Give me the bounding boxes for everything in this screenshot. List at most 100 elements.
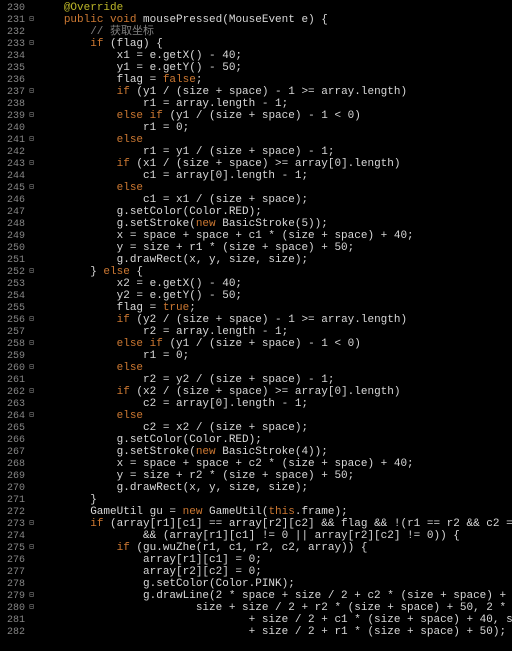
code-line[interactable]: r1 = array.length - 1;: [44, 98, 512, 110]
line-number: 257: [7, 327, 25, 338]
code-line[interactable]: y = size + r1 * (size + space) + 50;: [44, 242, 512, 254]
code-line[interactable]: c2 = x2 / (size + space);: [44, 422, 512, 434]
gutter-line: 256⊟: [0, 314, 38, 326]
code-line[interactable]: else: [44, 182, 512, 194]
code-line[interactable]: c1 = array[0].length - 1;: [44, 170, 512, 182]
code-line[interactable]: r2 = array.length - 1;: [44, 326, 512, 338]
gutter-line: 236⊟: [0, 74, 38, 86]
code-line[interactable]: g.setStroke(new BasicStroke(4));: [44, 446, 512, 458]
code-editor[interactable]: @Override public void mousePressed(Mouse…: [38, 0, 512, 651]
code-line[interactable]: c2 = array[0].length - 1;: [44, 398, 512, 410]
code-line[interactable]: r1 = 0;: [44, 122, 512, 134]
code-line[interactable]: + size / 2 + c1 * (size + space) + 40, s…: [44, 614, 512, 626]
code-line[interactable]: array[r1][c1] = 0;: [44, 554, 512, 566]
fold-marker-icon[interactable]: ⊟: [27, 16, 36, 25]
fold-marker-icon[interactable]: ⊟: [27, 268, 36, 277]
gutter-line: 250⊟: [0, 242, 38, 254]
code-line[interactable]: else: [44, 134, 512, 146]
fold-marker-icon[interactable]: ⊟: [27, 136, 36, 145]
line-number: 251: [7, 255, 25, 266]
gutter-line: 230⊟: [0, 2, 38, 14]
code-line[interactable]: if (x1 / (size + space) >= array[0].leng…: [44, 158, 512, 170]
fold-marker-icon[interactable]: ⊟: [27, 364, 36, 373]
line-number: 262: [7, 387, 25, 398]
line-number: 258: [7, 339, 25, 350]
code-line[interactable]: // 获取坐标: [44, 26, 512, 38]
fold-marker-icon[interactable]: ⊟: [27, 412, 36, 421]
gutter-line: 254⊟: [0, 290, 38, 302]
code-line[interactable]: g.drawLine(2 * space + size / 2 + c2 * (…: [44, 590, 512, 602]
code-line[interactable]: y1 = e.getY() - 50;: [44, 62, 512, 74]
line-number: 274: [7, 531, 25, 542]
code-line[interactable]: g.setColor(Color.PINK);: [44, 578, 512, 590]
code-line[interactable]: if (y1 / (size + space) - 1 >= array.len…: [44, 86, 512, 98]
code-line[interactable]: c1 = x1 / (size + space);: [44, 194, 512, 206]
code-line[interactable]: flag = false;: [44, 74, 512, 86]
code-line[interactable]: GameUtil gu = new GameUtil(this.frame);: [44, 506, 512, 518]
gutter-line: 232⊟: [0, 26, 38, 38]
code-line[interactable]: g.drawRect(x, y, size, size);: [44, 482, 512, 494]
fold-marker-icon[interactable]: ⊟: [27, 112, 36, 121]
code-line[interactable]: g.setStroke(new BasicStroke(5));: [44, 218, 512, 230]
code-line[interactable]: y = size + r2 * (size + space) + 50;: [44, 470, 512, 482]
code-line[interactable]: g.setColor(Color.RED);: [44, 434, 512, 446]
fold-marker-icon[interactable]: ⊟: [27, 316, 36, 325]
code-line[interactable]: flag = true;: [44, 302, 512, 314]
code-line[interactable]: @Override: [44, 2, 512, 14]
gutter-line: 239⊟: [0, 110, 38, 122]
line-number: 245: [7, 183, 25, 194]
code-line[interactable]: if (x2 / (size + space) >= array[0].leng…: [44, 386, 512, 398]
fold-marker-icon[interactable]: ⊟: [27, 184, 36, 193]
line-number: 273: [7, 519, 25, 530]
gutter-line: 265⊟: [0, 422, 38, 434]
code-line[interactable]: } else {: [44, 266, 512, 278]
code-line[interactable]: else if (y1 / (size + space) - 1 < 0): [44, 338, 512, 350]
code-line[interactable]: r1 = 0;: [44, 350, 512, 362]
fold-marker-icon[interactable]: ⊟: [27, 160, 36, 169]
code-line[interactable]: size + size / 2 + r2 * (size + space) + …: [44, 602, 512, 614]
fold-marker-icon[interactable]: ⊟: [27, 544, 36, 553]
code-line[interactable]: g.setColor(Color.RED);: [44, 206, 512, 218]
code-line[interactable]: g.drawRect(x, y, size, size);: [44, 254, 512, 266]
line-number: 231: [7, 15, 25, 26]
gutter-line: 231⊟: [0, 14, 38, 26]
line-number: 264: [7, 411, 25, 422]
line-number: 253: [7, 279, 25, 290]
fold-marker-icon[interactable]: ⊟: [27, 340, 36, 349]
line-number: 281: [7, 615, 25, 626]
code-line[interactable]: x = space + space + c1 * (size + space) …: [44, 230, 512, 242]
code-line[interactable]: x = space + space + c2 * (size + space) …: [44, 458, 512, 470]
code-line[interactable]: array[r2][c2] = 0;: [44, 566, 512, 578]
gutter-line: 253⊟: [0, 278, 38, 290]
gutter-line: 280⊟: [0, 602, 38, 614]
line-number: 260: [7, 363, 25, 374]
code-line[interactable]: x2 = e.getX() - 40;: [44, 278, 512, 290]
fold-marker-icon[interactable]: ⊟: [27, 604, 36, 613]
code-line[interactable]: + size / 2 + r1 * (size + space) + 50);: [44, 626, 512, 638]
fold-marker-icon[interactable]: ⊟: [27, 592, 36, 601]
line-number: 266: [7, 435, 25, 446]
code-line[interactable]: if (array[r1][c1] == array[r2][c2] && fl…: [44, 518, 512, 530]
code-line[interactable]: if (y2 / (size + space) - 1 >= array.len…: [44, 314, 512, 326]
fold-marker-icon[interactable]: ⊟: [27, 388, 36, 397]
code-line[interactable]: public void mousePressed(MouseEvent e) {: [44, 14, 512, 26]
code-line[interactable]: r2 = y2 / (size + space) - 1;: [44, 374, 512, 386]
gutter-line: 264⊟: [0, 410, 38, 422]
code-line[interactable]: y2 = e.getY() - 50;: [44, 290, 512, 302]
fold-marker-icon[interactable]: ⊟: [27, 88, 36, 97]
gutter-line: 267⊟: [0, 446, 38, 458]
fold-marker-icon[interactable]: ⊟: [27, 520, 36, 529]
fold-marker-icon[interactable]: ⊟: [27, 40, 36, 49]
code-line[interactable]: if (flag) {: [44, 38, 512, 50]
code-line[interactable]: x1 = e.getX() - 40;: [44, 50, 512, 62]
code-line[interactable]: && (array[r1][c1] != 0 || array[r2][c2] …: [44, 530, 512, 542]
code-line[interactable]: r1 = y1 / (size + space) - 1;: [44, 146, 512, 158]
code-line[interactable]: else if (y1 / (size + space) - 1 < 0): [44, 110, 512, 122]
code-line[interactable]: }: [44, 494, 512, 506]
line-number: 259: [7, 351, 25, 362]
code-line[interactable]: if (gu.wuZhe(r1, c1, r2, c2, array)) {: [44, 542, 512, 554]
code-line[interactable]: else: [44, 410, 512, 422]
code-line[interactable]: else: [44, 362, 512, 374]
line-number: 246: [7, 195, 25, 206]
line-number: 236: [7, 75, 25, 86]
